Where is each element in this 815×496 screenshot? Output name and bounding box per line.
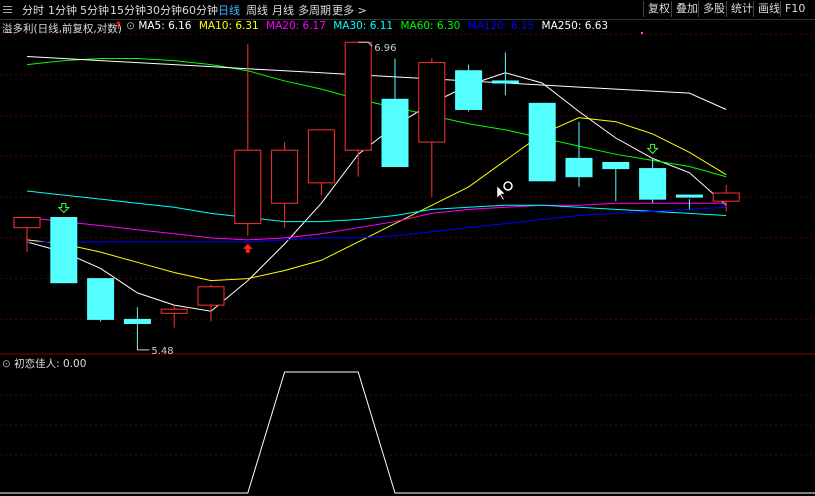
candle-body (381, 98, 409, 168)
ma120-label: MA120: 6.15 (467, 20, 535, 32)
indicator-header: ⊙ 初恋佳人: 0.00 (2, 356, 86, 371)
ma-line-ma20 (26, 202, 727, 241)
ma60-label: MA60: 6.30 (400, 20, 461, 32)
high-label: 6.96 (374, 43, 396, 54)
indicator-line (0, 371, 815, 494)
ma-line-ma5 (26, 72, 727, 312)
up-arrow-icon: ↑ (114, 20, 123, 32)
toggle-circle-icon[interactable]: ⊙ (126, 20, 135, 32)
ma5-label: MA5: 6.16 (138, 20, 192, 32)
ma-line-ma30 (26, 190, 727, 223)
ma10-label: MA10: 6.31 (198, 20, 259, 32)
candle-body (13, 216, 41, 229)
candle-body (418, 62, 446, 143)
candle-body (675, 194, 703, 198)
low-label: 5.48 (151, 346, 173, 357)
low-marker-line (136, 343, 150, 351)
candle-body (528, 102, 556, 182)
ma-legend: ↑ ⊙ MA5: 6.16 MA10: 6.31 MA20: 6.17 MA30… (114, 20, 612, 32)
kline-chart[interactable]: 6.96 5.48 (0, 0, 815, 496)
down-arrow-icon (57, 202, 71, 214)
ma20-label: MA20: 6.17 (266, 20, 326, 32)
candle-body (50, 216, 78, 284)
ma-line-ma250 (26, 55, 727, 110)
candle-body (455, 70, 483, 110)
small-dot (641, 32, 643, 34)
candle-body (491, 80, 519, 84)
candle-body (123, 318, 151, 324)
down-arrow-icon (646, 143, 659, 155)
candle-body (602, 161, 630, 170)
candle-body (87, 278, 115, 320)
chart-title: 溢多利(日线,前复权,对数) (2, 23, 122, 35)
indicator-toggle-icon[interactable]: ⊙ (2, 358, 11, 370)
indicator-value: : 0.00 (56, 358, 87, 370)
candle-body (344, 41, 372, 151)
candle-body (565, 157, 593, 178)
candle-body (712, 192, 740, 202)
up-arrow-icon (242, 243, 253, 253)
candle-body (234, 149, 262, 225)
ma30-label: MA30: 6.11 (333, 20, 394, 32)
candle-body (307, 129, 335, 184)
candle-body (271, 149, 299, 204)
candle-body (639, 168, 667, 200)
indicator-title: 初恋佳人 (14, 358, 57, 370)
busy-cursor-icon (503, 181, 513, 191)
candle-body (160, 308, 188, 314)
ma250-label: MA250: 6.63 (541, 20, 609, 32)
ma-line-ma10 (26, 117, 727, 282)
candle-body (197, 286, 225, 306)
